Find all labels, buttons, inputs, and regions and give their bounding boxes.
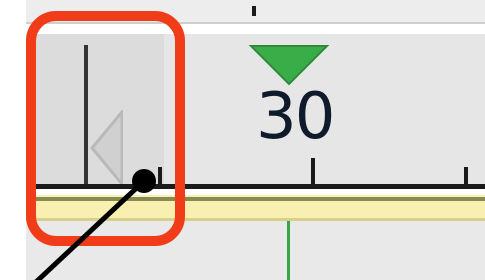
- pointer-annotation: [34, 169, 156, 280]
